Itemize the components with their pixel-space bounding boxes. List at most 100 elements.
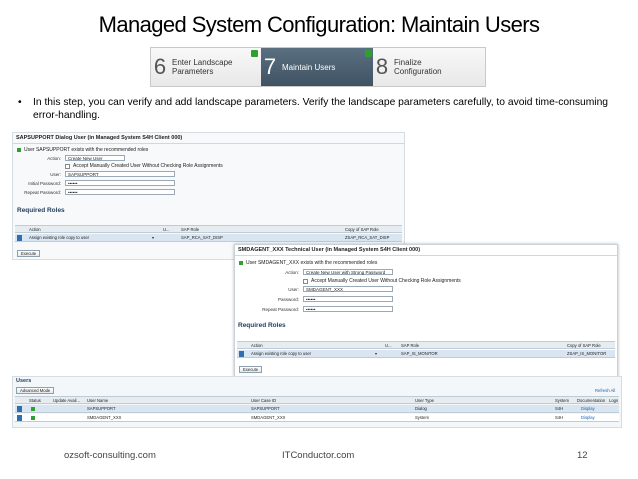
execute-button[interactable]: Execute xyxy=(17,250,41,257)
col-user-case-id: User Case ID xyxy=(251,398,277,403)
chevron-down-icon[interactable]: ▾ xyxy=(375,351,377,356)
table-row[interactable]: SAPSUPPORT SAPSUPPORT Dialog S4H Display xyxy=(15,405,619,413)
accept-label: Accept Manually Created User Without Che… xyxy=(73,163,223,169)
status-green-icon xyxy=(239,261,243,265)
required-roles-title: Required Roles xyxy=(238,322,286,329)
user-label: User: xyxy=(288,286,299,292)
step-label: Maintain Users xyxy=(282,62,336,72)
roles-table-header: Action U... SAP Role Copy of SAP Role xyxy=(237,341,615,349)
col-sap-role: SAP Role xyxy=(401,343,420,348)
password-label: Password: xyxy=(277,296,299,302)
repeat-password-field[interactable]: •••••• xyxy=(303,306,393,312)
user-case-id: SMDAGENT_XXX xyxy=(251,415,286,420)
col-logs: Logs xyxy=(609,398,619,403)
check-icon xyxy=(365,50,372,57)
panel-header: SAPSUPPORT Dialog User (in Managed Syste… xyxy=(13,133,404,144)
bullet-icon: • xyxy=(18,97,22,108)
bullet-point: • In this step, you can verify and add l… xyxy=(18,96,623,122)
user-field[interactable]: SAPSUPPORT xyxy=(65,171,175,177)
user-system: S4H xyxy=(555,415,564,420)
col-system: System xyxy=(555,398,569,403)
status-green-icon xyxy=(31,416,35,420)
user-case-id: SAPSUPPORT xyxy=(251,406,280,411)
smdagent-panel: SMDAGENT_XXX Technical User (in Managed … xyxy=(234,244,618,378)
display-link[interactable]: Display xyxy=(581,406,595,411)
footer-left: ozsoft-consulting.com xyxy=(64,450,156,461)
row-copy: ZSAP_RCA_SAT_DISP xyxy=(345,235,390,240)
roles-table-header: Action U... SAP Role Copy of SAP Role xyxy=(15,225,402,233)
users-table-header: Status Update Avail... User Name User Ca… xyxy=(15,396,619,404)
col-sap-role: SAP Role xyxy=(181,227,200,232)
step-label: Finalize Configuration xyxy=(394,58,442,76)
status-green-icon xyxy=(17,148,21,152)
status-message: User SMDAGENT_XXX exists with the recomm… xyxy=(239,260,377,266)
col-copy: Copy of SAP Role xyxy=(567,343,601,348)
action-select[interactable]: Create New User with Strong Password xyxy=(303,269,393,275)
bullet-text: In this step, you can verify and add lan… xyxy=(33,97,609,121)
table-row[interactable]: Assign existing role copy to user ▾ SAP_… xyxy=(15,234,402,242)
repeat-password-label: Repeat Password: xyxy=(262,306,299,312)
display-link[interactable]: Display xyxy=(581,415,595,420)
col-status: Status xyxy=(29,398,41,403)
table-row[interactable]: SMDAGENT_XXX SMDAGENT_XXX System S4H Dis… xyxy=(15,414,619,422)
row-sap-role: SAP_RCA_SAT_DISP xyxy=(181,235,223,240)
table-row[interactable]: Assign existing role copy to user ▾ SAP_… xyxy=(237,350,615,358)
step-strip: 6 Enter Landscape Parameters 7 Maintain … xyxy=(150,47,486,87)
user-type: Dialog xyxy=(415,406,427,411)
initial-password-field[interactable]: •••••• xyxy=(65,180,175,186)
user-label: User: xyxy=(50,171,61,177)
status-text: User SAPSUPPORT exists with the recommen… xyxy=(24,147,149,153)
accept-checkbox[interactable] xyxy=(303,278,308,284)
col-user-name: User Name xyxy=(87,398,109,403)
slide-title: Managed System Configuration: Maintain U… xyxy=(98,12,540,37)
user-name: SAPSUPPORT xyxy=(87,406,116,411)
row-selector[interactable] xyxy=(17,235,22,241)
step-finalize[interactable]: 8 Finalize Configuration xyxy=(373,48,485,86)
action-select[interactable]: Create New User xyxy=(65,155,125,161)
status-text: User SMDAGENT_XXX exists with the recomm… xyxy=(246,260,378,266)
accept-checkbox[interactable] xyxy=(65,163,70,169)
user-field[interactable]: SMDAGENT_XXX xyxy=(303,286,393,292)
col-update: Update Avail... xyxy=(53,398,80,403)
user-name: SMDAGENT_XXX xyxy=(87,415,122,420)
check-icon xyxy=(251,50,258,57)
action-label: Action: xyxy=(47,155,61,161)
chevron-down-icon[interactable]: ▾ xyxy=(152,235,154,240)
accept-label: Accept Manually Created User Without Che… xyxy=(311,278,461,284)
repeat-password-label: Repeat Password: xyxy=(24,189,61,195)
step-number: 8 xyxy=(375,54,389,79)
col-action: Action xyxy=(29,227,41,232)
status-green-icon xyxy=(31,407,35,411)
panel-header: SMDAGENT_XXX Technical User (in Managed … xyxy=(235,245,617,256)
advanced-mode-button[interactable]: Advanced Mode xyxy=(16,387,55,394)
users-panel: Users Advanced Mode Refresh All Status U… xyxy=(12,376,622,428)
row-action[interactable]: Assign existing role copy to user xyxy=(251,351,311,356)
col-u: U... xyxy=(385,343,392,348)
row-sap-role: SAP_IS_MONITOR xyxy=(401,351,438,356)
col-u: U... xyxy=(163,227,170,232)
action-label: Action: xyxy=(285,269,299,275)
col-user-type: User Type xyxy=(415,398,435,403)
initial-password-label: Initial Password: xyxy=(28,180,61,186)
row-copy: ZSAP_IS_MONITOR xyxy=(567,351,607,356)
footer-center: ITConductor.com xyxy=(282,450,355,461)
status-message: User SAPSUPPORT exists with the recommen… xyxy=(17,147,148,153)
col-documentation: Documentation xyxy=(577,398,606,403)
execute-button[interactable]: Execute xyxy=(239,366,263,373)
page-number: 12 xyxy=(577,450,588,461)
step-maintain-users[interactable]: 7 Maintain Users xyxy=(261,48,373,86)
password-field[interactable]: •••••• xyxy=(303,296,393,302)
col-copy: Copy of SAP Role xyxy=(345,227,379,232)
step-number: 6 xyxy=(153,54,167,79)
user-type: System xyxy=(415,415,429,420)
row-selector[interactable] xyxy=(239,351,244,357)
step-label: Enter Landscape Parameters xyxy=(172,58,233,76)
refresh-link[interactable]: Refresh All xyxy=(595,388,615,393)
step-enter-landscape[interactable]: 6 Enter Landscape Parameters xyxy=(151,48,261,86)
row-selector[interactable] xyxy=(17,415,22,421)
row-action[interactable]: Assign existing role copy to user xyxy=(29,235,89,240)
row-selector[interactable] xyxy=(17,406,22,412)
repeat-password-field[interactable]: •••••• xyxy=(65,189,175,195)
step-number: 7 xyxy=(263,54,277,79)
col-action: Action xyxy=(251,343,263,348)
